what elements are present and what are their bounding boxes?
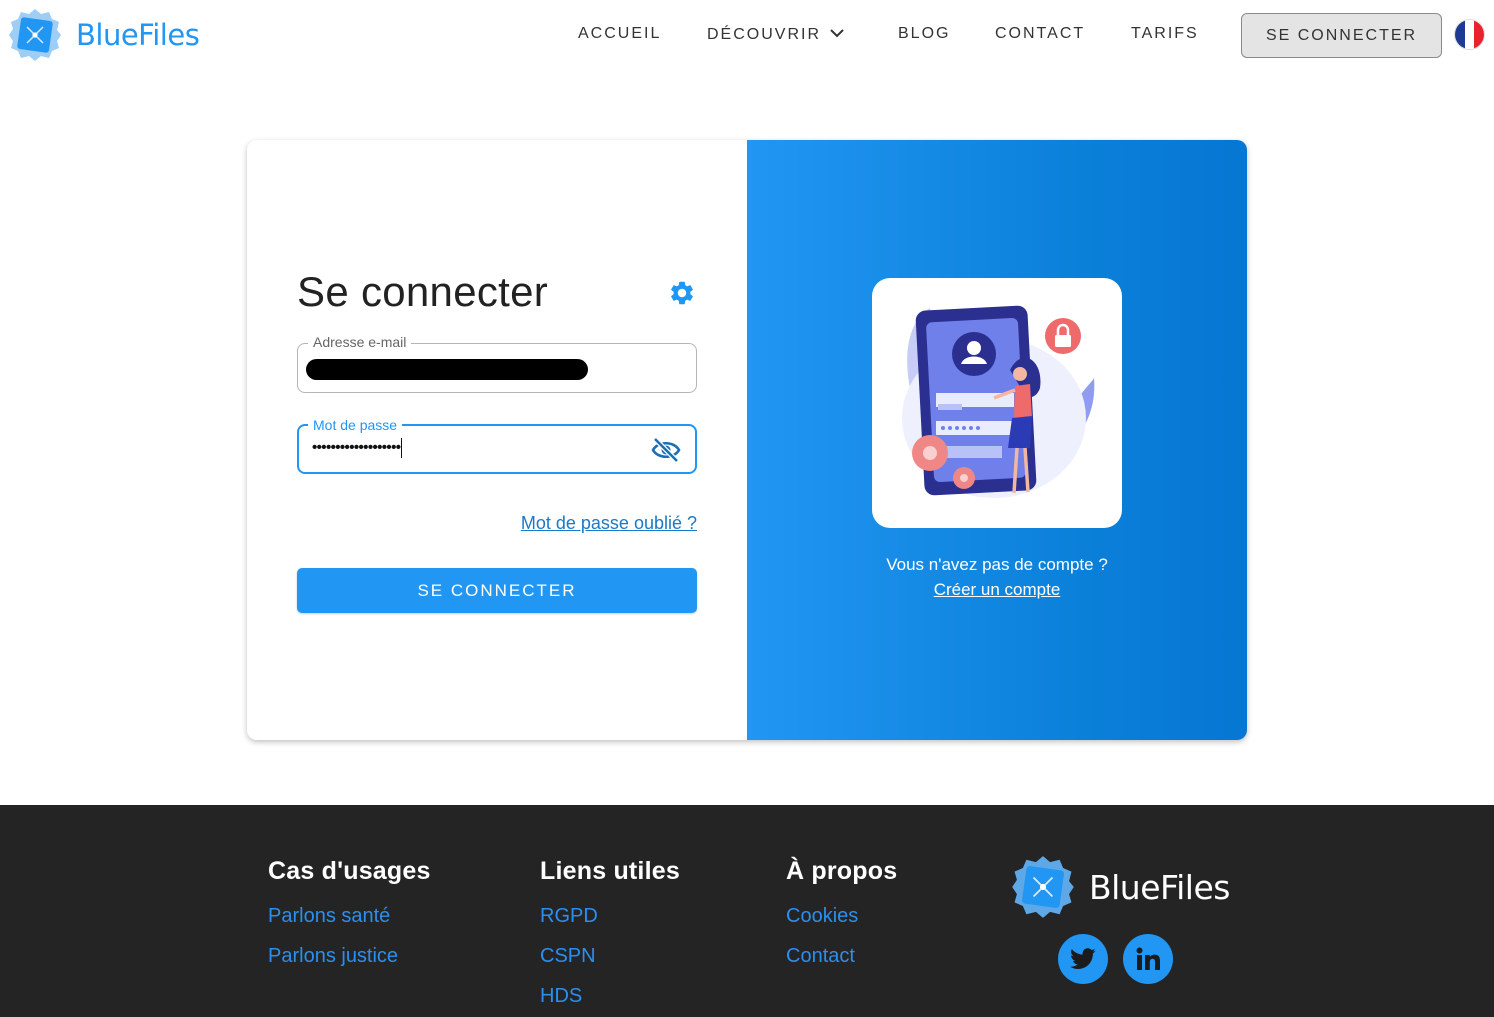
no-account-text: Vous n'avez pas de compte ? — [886, 555, 1108, 574]
footer-link-justice[interactable]: Parlons justice — [268, 936, 431, 976]
nav-contact[interactable]: CONTACT — [995, 25, 1085, 43]
email-field[interactable]: Adresse e-mail — [297, 334, 697, 393]
footer: Cas d'usages Parlons santé Parlons justi… — [0, 805, 1494, 1017]
login-illustration — [872, 278, 1122, 528]
nav-blog[interactable]: BLOG — [898, 25, 950, 43]
login-title: Se connecter — [297, 268, 549, 315]
footer-column-use-cases: Cas d'usages Parlons santé Parlons justi… — [268, 857, 431, 976]
footer-column-useful-links: Liens utiles RGPD CSPN HDS — [540, 857, 680, 1016]
footer-link-contact[interactable]: Contact — [786, 936, 897, 976]
footer-brand-logo[interactable]: BlueFiles — [1011, 855, 1230, 919]
login-card: Se connecter Adresse e-mail Mot de passe… — [247, 140, 1247, 740]
linkedin-button[interactable] — [1123, 934, 1173, 984]
footer-column-about: À propos Cookies Contact — [786, 857, 897, 976]
signup-panel: Vous n'avez pas de compte ? Créer un com… — [747, 140, 1247, 740]
nav-decouvrir[interactable]: DÉCOUVRIR — [707, 25, 845, 44]
password-label: Mot de passe — [308, 417, 403, 433]
france-flag-icon[interactable] — [1454, 19, 1485, 50]
text-caret — [401, 438, 403, 458]
eye-off-icon[interactable] — [651, 436, 681, 464]
bluefiles-logo-icon — [9, 9, 61, 61]
chevron-down-icon — [830, 29, 844, 38]
footer-link-cspn[interactable]: CSPN — [540, 936, 680, 976]
password-dots: ••••••••••••••••••• — [312, 438, 401, 456]
brand-logo[interactable]: BlueFiles — [8, 8, 200, 62]
nav-tarifs[interactable]: TARIFS — [1131, 25, 1199, 43]
header-login-button[interactable]: SE CONNECTER — [1241, 13, 1442, 58]
login-form-panel: Se connecter Adresse e-mail Mot de passe… — [247, 140, 747, 740]
forgot-password-link[interactable]: Mot de passe oublié ? — [521, 513, 697, 534]
phone-login-illustration-icon — [902, 305, 1095, 498]
footer-column-title: Cas d'usages — [268, 857, 431, 885]
footer-link-sante[interactable]: Parlons santé — [268, 896, 431, 936]
bluefiles-logo-icon — [1012, 856, 1074, 918]
linkedin-icon — [1136, 947, 1160, 970]
email-redacted-value — [306, 359, 588, 380]
top-navbar: BlueFiles ACCUEIL DÉCOUVRIR BLOG CONTACT… — [0, 0, 1494, 70]
nav-accueil[interactable]: ACCUEIL — [578, 25, 661, 43]
footer-column-title: Liens utiles — [540, 857, 680, 885]
footer-link-cookies[interactable]: Cookies — [786, 896, 897, 936]
twitter-button[interactable] — [1058, 934, 1108, 984]
password-value: ••••••••••••••••••• — [312, 438, 403, 458]
create-account-link[interactable]: Créer un compte — [934, 580, 1061, 599]
footer-link-hds[interactable]: HDS — [540, 976, 680, 1016]
footer-column-title: À propos — [786, 857, 898, 885]
footer-link-rgpd[interactable]: RGPD — [540, 896, 680, 936]
brand-name: BlueFiles — [76, 18, 200, 52]
email-label: Adresse e-mail — [308, 334, 412, 350]
gear-icon[interactable] — [668, 279, 696, 307]
password-field[interactable]: Mot de passe ••••••••••••••••••• — [297, 417, 697, 474]
twitter-icon — [1070, 948, 1096, 969]
submit-login-button[interactable]: SE CONNECTER — [297, 568, 697, 613]
nav-decouvrir-label: DÉCOUVRIR — [707, 26, 822, 43]
create-account-row: Créer un compte — [747, 580, 1247, 600]
footer-brand-name: BlueFiles — [1089, 867, 1230, 907]
